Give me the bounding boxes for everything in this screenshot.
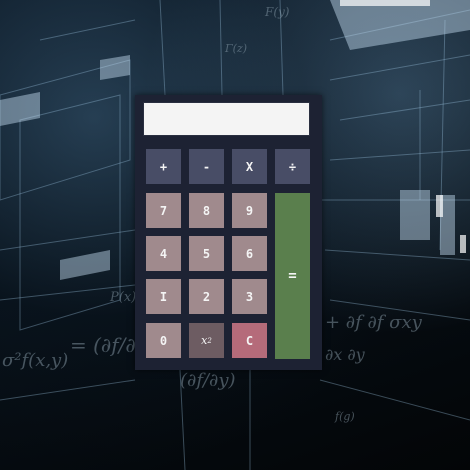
digit-4-button[interactable]: 4 bbox=[146, 236, 181, 271]
bg-formula-7: F(y) bbox=[265, 5, 290, 19]
bg-formula-5: ∂x ∂y bbox=[325, 345, 365, 364]
bg-formula-1: σ²f(x,y) bbox=[2, 350, 69, 371]
bg-formula-6: P(x) bbox=[110, 290, 137, 305]
clear-button[interactable]: C bbox=[232, 323, 267, 358]
bg-formula-9: f(g) bbox=[335, 410, 355, 423]
bg-formula-8: Γ(z) bbox=[225, 42, 248, 55]
equals-button[interactable]: = bbox=[275, 193, 310, 359]
divide-button[interactable]: ÷ bbox=[275, 149, 310, 184]
digit-7-button[interactable]: 7 bbox=[146, 193, 181, 228]
digit-6-button[interactable]: 6 bbox=[232, 236, 267, 271]
square-button[interactable]: x2 bbox=[189, 323, 224, 358]
digit-8-button[interactable]: 8 bbox=[189, 193, 224, 228]
digit-3-button[interactable]: 3 bbox=[232, 279, 267, 314]
square-exponent-label: 2 bbox=[207, 336, 212, 345]
bg-formula-3: (∂f/∂y) bbox=[180, 370, 236, 391]
digit-2-button[interactable]: 2 bbox=[189, 279, 224, 314]
digit-5-button[interactable]: 5 bbox=[189, 236, 224, 271]
calculator-display[interactable] bbox=[143, 102, 310, 136]
subtract-button[interactable]: - bbox=[189, 149, 224, 184]
digit-1-button[interactable]: I bbox=[146, 279, 181, 314]
digit-0-button[interactable]: 0 bbox=[146, 323, 181, 358]
add-button[interactable]: + bbox=[146, 149, 181, 184]
multiply-button[interactable]: X bbox=[232, 149, 267, 184]
calculator: + - X ÷ 7 8 9 4 5 6 I 2 3 0 x2 C = bbox=[135, 95, 322, 370]
digit-9-button[interactable]: 9 bbox=[232, 193, 267, 228]
bg-formula-4: + ∂f ∂f σxy bbox=[325, 312, 422, 333]
